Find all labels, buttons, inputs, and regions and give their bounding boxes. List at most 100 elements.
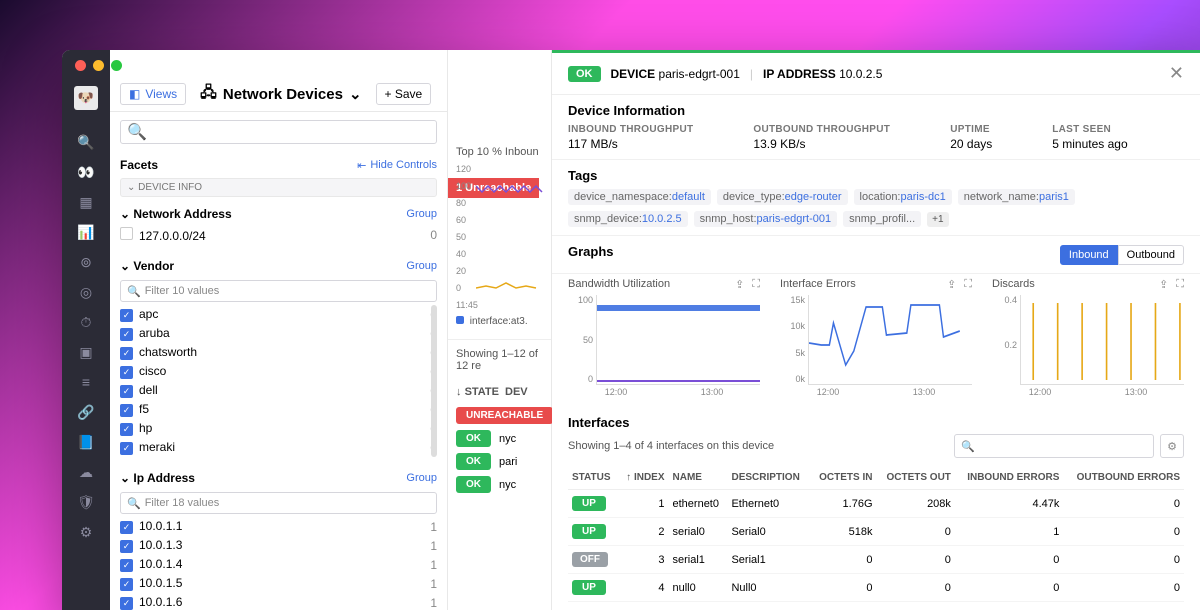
facet-item[interactable]: ✓chatsworth0 xyxy=(120,343,437,362)
facet-network-address: ⌄ Network Address Group 127.0.0.0/240 xyxy=(120,203,437,245)
tag[interactable]: snmp_profil... xyxy=(843,211,921,227)
tag[interactable]: snmp_host:paris-edgrt-001 xyxy=(694,211,837,227)
checkbox-icon[interactable]: ✓ xyxy=(120,597,133,610)
chart-bandwidth: Bandwidth Utilization ⇪⛶ 100500 12:0013:… xyxy=(568,278,760,397)
facet-item[interactable]: ✓meraki0 xyxy=(120,438,437,457)
interfaces-showing-text: Showing 1–4 of 4 interfaces on this devi… xyxy=(568,440,774,452)
ip-filter-input[interactable]: 🔍 Filter 18 values xyxy=(120,492,437,514)
facets: Facets ⇤ Hide Controls ⌄ DEVICE INFO ⌄ N… xyxy=(110,152,447,610)
interfaces-search-input[interactable]: 🔍 xyxy=(954,434,1154,458)
scrollbar[interactable] xyxy=(431,305,437,457)
facet-item[interactable]: ✓10.0.1.11 xyxy=(120,517,437,536)
app-window: 🐶 🔍 👀 ▦ 📊 ⊚ ◎ ⏱ ▣ ≡ 🔗 📘 ☁ 🛡 ⚙ ◧ Views 🖧 … xyxy=(62,50,1200,610)
export-icon[interactable]: ⇪ xyxy=(1159,278,1168,291)
table-row[interactable]: UP 1ethernet0Ethernet0 1.76G208k4.47k0 xyxy=(568,490,1184,518)
table-row[interactable]: OFF 3serial1Serial1 0000 xyxy=(568,546,1184,574)
facet-group-device-info[interactable]: ⌄ DEVICE INFO xyxy=(120,178,437,197)
fullscreen-icon[interactable]: ⛶ xyxy=(964,278,972,291)
interfaces-section: Interfaces Showing 1–4 of 4 interfaces o… xyxy=(552,407,1200,610)
facet-item[interactable]: ✓dell0 xyxy=(120,381,437,400)
table-row[interactable]: UP 4null0Null0 0000 xyxy=(568,574,1184,602)
facet-item[interactable]: ✓10.0.1.61 xyxy=(120,593,437,610)
facet-item[interactable]: ✓f50 xyxy=(120,400,437,419)
save-button[interactable]: + Save xyxy=(376,83,432,105)
facet-item[interactable]: ✓apc0 xyxy=(120,305,437,324)
minimize-window-icon[interactable] xyxy=(93,60,104,71)
checkbox-icon[interactable]: ✓ xyxy=(120,347,133,360)
group-link[interactable]: Group xyxy=(406,208,437,220)
checkbox-icon[interactable]: ✓ xyxy=(120,328,133,341)
tag[interactable]: device_namespace:default xyxy=(568,189,711,205)
views-button[interactable]: ◧ Views xyxy=(120,83,186,105)
chevron-down-icon: ⌄ xyxy=(120,207,133,221)
checkbox-icon[interactable]: ✓ xyxy=(120,385,133,398)
book-icon[interactable]: 📘 xyxy=(78,434,94,450)
status-badge: OFF xyxy=(572,552,608,567)
search-input[interactable]: 🔍 xyxy=(120,120,437,144)
settings-icon[interactable]: ⚙ xyxy=(78,524,94,540)
network-icon[interactable]: ⊚ xyxy=(78,254,94,270)
tab-inbound[interactable]: Inbound xyxy=(1060,245,1118,265)
facet-item[interactable]: ✓10.0.1.51 xyxy=(120,574,437,593)
tag[interactable]: snmp_device:10.0.2.5 xyxy=(568,211,688,227)
hide-controls-button[interactable]: ⇤ Hide Controls xyxy=(357,159,437,172)
state-pill[interactable]: OK xyxy=(456,453,491,470)
section-title: Interfaces xyxy=(568,415,1184,430)
state-pill[interactable]: UNREACHABLE xyxy=(456,407,553,424)
facet-item[interactable]: 127.0.0.0/240 xyxy=(120,225,437,245)
infrastructure-icon[interactable]: 📊 xyxy=(78,224,94,240)
export-icon[interactable]: ⇪ xyxy=(735,278,744,291)
shield-icon[interactable]: 🛡 xyxy=(78,494,94,510)
group-link[interactable]: Group xyxy=(406,472,437,484)
group-link[interactable]: Group xyxy=(406,260,437,272)
cloud-icon[interactable]: ☁ xyxy=(78,464,94,480)
facet-ip-address: ⌄ Ip Address Group 🔍 Filter 18 values ✓1… xyxy=(120,467,437,610)
checkbox-icon[interactable]: ✓ xyxy=(120,366,133,379)
close-window-icon[interactable] xyxy=(75,60,86,71)
tag[interactable]: device_type:edge-router xyxy=(717,189,848,205)
facet-item[interactable]: ✓aruba0 xyxy=(120,324,437,343)
search-icon: 🔍 xyxy=(127,285,141,298)
page-title[interactable]: 🖧 Network Devices ⌄ xyxy=(194,82,367,107)
fullscreen-icon[interactable]: ⛶ xyxy=(1176,278,1184,291)
checkbox-icon[interactable]: ✓ xyxy=(120,423,133,436)
close-button[interactable]: ✕ xyxy=(1169,63,1184,84)
app-logo-icon[interactable]: 🐶 xyxy=(74,86,98,110)
search-icon[interactable]: 🔍 xyxy=(78,134,94,150)
tag[interactable]: location:paris-dc1 xyxy=(854,189,952,205)
graph-tabs: Inbound Outbound xyxy=(1060,245,1184,265)
tab-outbound[interactable]: Outbound xyxy=(1118,245,1184,265)
maximize-window-icon[interactable] xyxy=(111,60,122,71)
target-icon[interactable]: ◎ xyxy=(78,284,94,300)
facet-item[interactable]: ✓hp0 xyxy=(120,419,437,438)
status-badge: UP xyxy=(572,580,606,595)
gear-icon: ⚙ xyxy=(1167,440,1177,453)
export-icon[interactable]: ⇪ xyxy=(947,278,956,291)
checkbox-icon[interactable]: ✓ xyxy=(120,559,133,572)
chevron-down-icon: ⌄ xyxy=(127,182,138,193)
gauge-icon[interactable]: ⏱ xyxy=(78,314,94,330)
state-pill[interactable]: OK xyxy=(456,476,491,493)
checkbox-icon[interactable]: ✓ xyxy=(120,309,133,322)
vendor-filter-input[interactable]: 🔍 Filter 10 values xyxy=(120,280,437,302)
link-icon[interactable]: 🔗 xyxy=(78,404,94,420)
checkbox-icon[interactable]: ✓ xyxy=(120,540,133,553)
tag[interactable]: network_name:paris1 xyxy=(958,189,1075,205)
facet-item[interactable]: ✓10.0.1.31 xyxy=(120,536,437,555)
fullscreen-icon[interactable]: ⛶ xyxy=(752,278,760,291)
facet-item[interactable]: ✓cisco0 xyxy=(120,362,437,381)
dashboard-icon[interactable]: ▦ xyxy=(78,194,94,210)
checkbox-icon[interactable]: ✓ xyxy=(120,442,133,455)
binoculars-icon[interactable]: 👀 xyxy=(78,164,94,180)
interfaces-settings-button[interactable]: ⚙ xyxy=(1160,434,1184,458)
list-icon[interactable]: ≡ xyxy=(78,374,94,390)
checkbox-icon[interactable]: ✓ xyxy=(120,521,133,534)
blocks-icon[interactable]: ▣ xyxy=(78,344,94,360)
checkbox-icon[interactable] xyxy=(120,227,133,240)
checkbox-icon[interactable]: ✓ xyxy=(120,578,133,591)
state-pill[interactable]: OK xyxy=(456,430,491,447)
more-tags-badge[interactable]: +1 xyxy=(927,212,948,227)
checkbox-icon[interactable]: ✓ xyxy=(120,404,133,417)
table-row[interactable]: UP 2serial0Serial0 518k010 xyxy=(568,518,1184,546)
facet-item[interactable]: ✓10.0.1.41 xyxy=(120,555,437,574)
